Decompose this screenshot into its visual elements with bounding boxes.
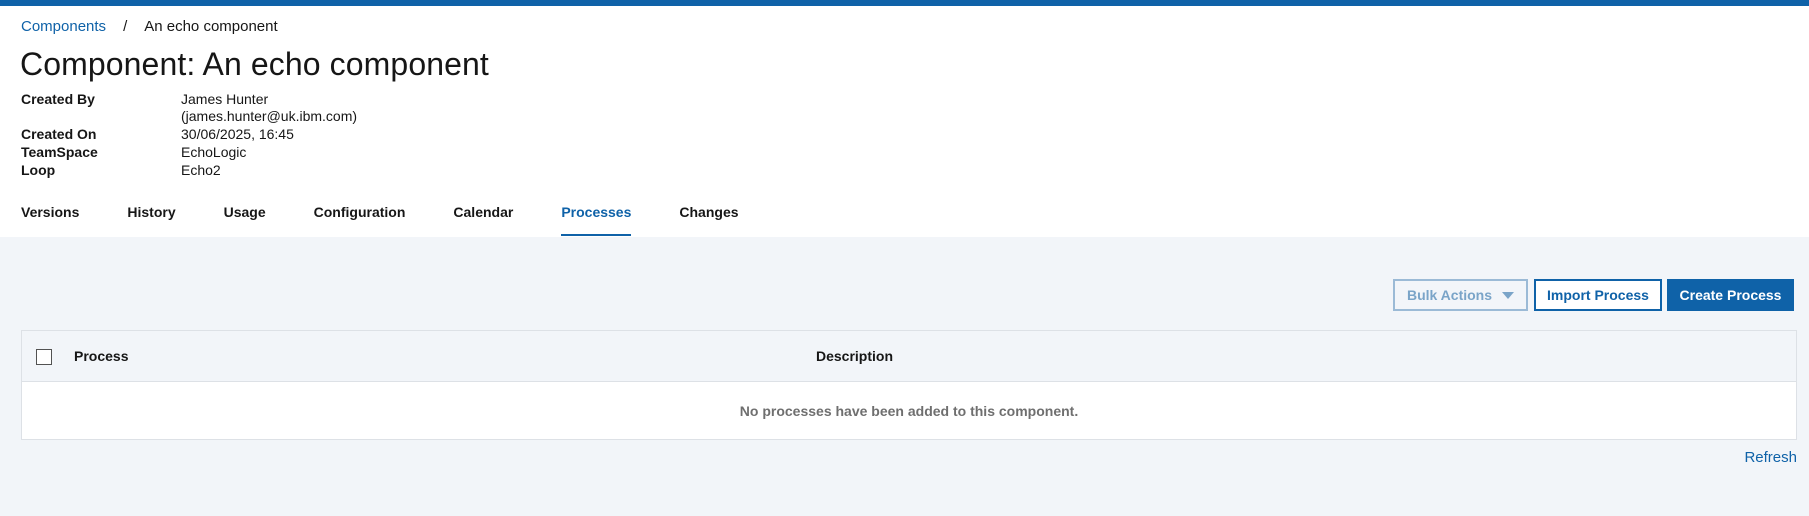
empty-table-message: No processes have been added to this com… xyxy=(739,403,1079,419)
loop-label: Loop xyxy=(21,162,56,178)
caret-down-icon xyxy=(1502,292,1514,299)
created-by-email: (james.hunter@uk.ibm.com) xyxy=(181,108,358,124)
column-header-process[interactable]: Process xyxy=(74,348,128,364)
created-by-label: Created By xyxy=(21,91,95,107)
page-title: Component: An echo component xyxy=(20,46,489,82)
select-all-checkbox[interactable] xyxy=(36,349,52,365)
refresh-link[interactable]: Refresh xyxy=(1744,449,1797,466)
bulk-actions-label: Bulk Actions xyxy=(1406,287,1493,303)
column-header-description[interactable]: Description xyxy=(816,348,893,364)
meta-row-teamspace: TeamSpace EchoLogic xyxy=(21,144,357,162)
create-process-button[interactable]: Create Process xyxy=(1667,279,1794,311)
created-on-label: Created On xyxy=(21,126,97,142)
breadcrumb-components-link[interactable]: Components xyxy=(21,18,106,35)
component-tabs: Versions History Usage Configuration Cal… xyxy=(21,196,787,238)
tab-changes[interactable]: Changes xyxy=(679,196,738,238)
meta-row-loop: Loop Echo2 xyxy=(21,162,357,180)
tab-calendar[interactable]: Calendar xyxy=(453,196,513,238)
created-on-value: 30/06/2025, 16:45 xyxy=(181,126,294,142)
breadcrumb: Components / An echo component xyxy=(21,18,278,35)
processes-panel: Bulk Actions Import Process Create Proce… xyxy=(0,237,1809,516)
teamspace-label: TeamSpace xyxy=(21,144,98,160)
loop-value: Echo2 xyxy=(181,162,221,178)
tab-history[interactable]: History xyxy=(127,196,175,238)
breadcrumb-separator: / xyxy=(123,18,128,35)
created-by-value: James Hunter (james.hunter@uk.ibm.com) xyxy=(181,91,357,126)
meta-row-created-by: Created By James Hunter (james.hunter@uk… xyxy=(21,91,357,126)
tab-versions[interactable]: Versions xyxy=(21,196,79,238)
top-accent-bar xyxy=(0,0,1809,6)
tab-usage[interactable]: Usage xyxy=(224,196,266,238)
tab-configuration[interactable]: Configuration xyxy=(314,196,406,238)
teamspace-value: EchoLogic xyxy=(181,144,247,160)
import-process-button[interactable]: Import Process xyxy=(1534,279,1662,311)
table-header: Process Description xyxy=(22,331,1796,382)
meta-row-created-on: Created On 30/06/2025, 16:45 xyxy=(21,126,357,144)
created-by-name: James Hunter xyxy=(181,91,269,107)
breadcrumb-current: An echo component xyxy=(144,18,278,35)
bulk-actions-button[interactable]: Bulk Actions xyxy=(1393,279,1528,311)
tab-processes[interactable]: Processes xyxy=(561,196,632,238)
processes-table: Process Description No processes have be… xyxy=(21,330,1797,440)
component-metadata: Created By James Hunter (james.hunter@uk… xyxy=(21,91,357,180)
